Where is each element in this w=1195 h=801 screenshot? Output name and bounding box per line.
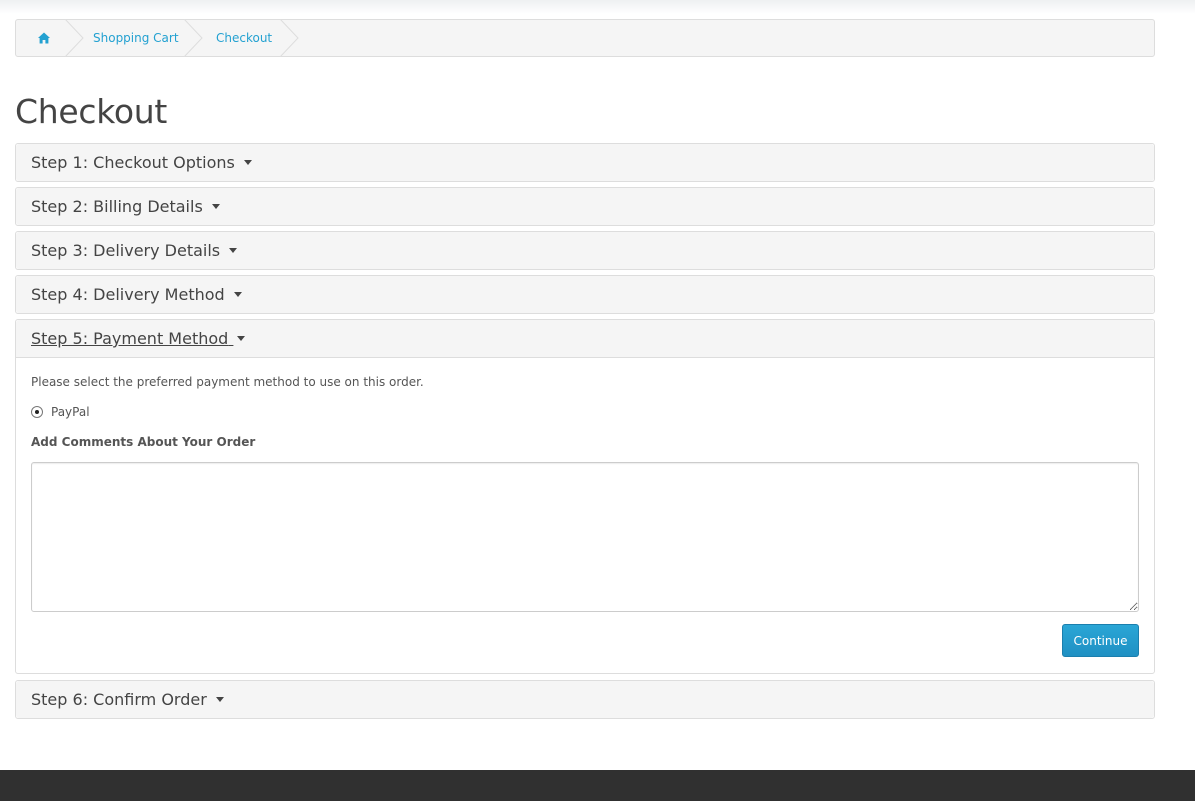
breadcrumb-checkout[interactable]: Checkout	[216, 20, 272, 56]
breadcrumb-separator	[280, 19, 299, 57]
step-5-toggle[interactable]: Step 5: Payment Method	[31, 329, 246, 348]
caret-down-icon	[229, 248, 238, 253]
checkout-step-1-panel: Step 1: Checkout Options	[15, 143, 1155, 182]
caret-down-icon	[237, 336, 246, 341]
step-5-heading[interactable]: Step 5: Payment Method	[16, 320, 1154, 358]
comments-label: Add Comments About Your Order	[31, 435, 256, 449]
step-1-heading[interactable]: Step 1: Checkout Options	[16, 144, 1154, 181]
header-shadow	[0, 0, 1195, 14]
paypal-label: PayPal	[51, 405, 90, 419]
breadcrumb-shopping-cart[interactable]: Shopping Cart	[93, 20, 179, 56]
breadcrumb-home-link[interactable]	[16, 20, 72, 56]
step-2-toggle[interactable]: Step 2: Billing Details	[31, 197, 220, 216]
checkout-step-6-panel: Step 6: Confirm Order	[15, 680, 1155, 719]
page-footer	[0, 770, 1195, 801]
breadcrumb: Shopping Cart Checkout	[15, 19, 1155, 57]
home-icon	[38, 32, 50, 44]
step-4-label: Step 4: Delivery Method	[31, 285, 225, 304]
caret-down-icon	[233, 292, 242, 297]
checkout-step-5-panel: Step 5: Payment Method Please select the…	[15, 319, 1155, 674]
order-comments-textarea[interactable]	[31, 462, 1139, 612]
step-6-label: Step 6: Confirm Order	[31, 690, 207, 709]
caret-down-icon	[211, 204, 220, 209]
caret-down-icon	[243, 160, 252, 165]
step-2-label: Step 2: Billing Details	[31, 197, 203, 216]
step-3-label: Step 3: Delivery Details	[31, 241, 221, 260]
paypal-radio[interactable]	[31, 405, 43, 418]
step-5-label: Step 5: Payment Method	[31, 329, 229, 348]
checkout-step-4-panel: Step 4: Delivery Method	[15, 275, 1155, 314]
continue-button[interactable]: Continue	[1062, 624, 1139, 657]
breadcrumb-separator	[184, 19, 203, 57]
step-1-label: Step 1: Checkout Options	[31, 153, 235, 172]
step-3-toggle[interactable]: Step 3: Delivery Details	[31, 241, 238, 260]
payment-option-paypal[interactable]: PayPal	[31, 405, 90, 419]
step-3-heading[interactable]: Step 3: Delivery Details	[16, 232, 1154, 269]
checkout-step-2-panel: Step 2: Billing Details	[15, 187, 1155, 226]
step-4-heading[interactable]: Step 4: Delivery Method	[16, 276, 1154, 313]
checkout-step-3-panel: Step 3: Delivery Details	[15, 231, 1155, 270]
caret-down-icon	[215, 697, 224, 702]
step-6-toggle[interactable]: Step 6: Confirm Order	[31, 690, 224, 709]
step-6-heading[interactable]: Step 6: Confirm Order	[16, 681, 1154, 718]
step-4-toggle[interactable]: Step 4: Delivery Method	[31, 285, 242, 304]
breadcrumb-separator	[65, 19, 84, 57]
payment-method-body: Please select the preferred payment meth…	[16, 358, 1154, 673]
step-2-heading[interactable]: Step 2: Billing Details	[16, 188, 1154, 225]
step-1-toggle[interactable]: Step 1: Checkout Options	[31, 153, 252, 172]
payment-intro-text: Please select the preferred payment meth…	[31, 375, 424, 389]
page-title: Checkout	[15, 92, 167, 131]
